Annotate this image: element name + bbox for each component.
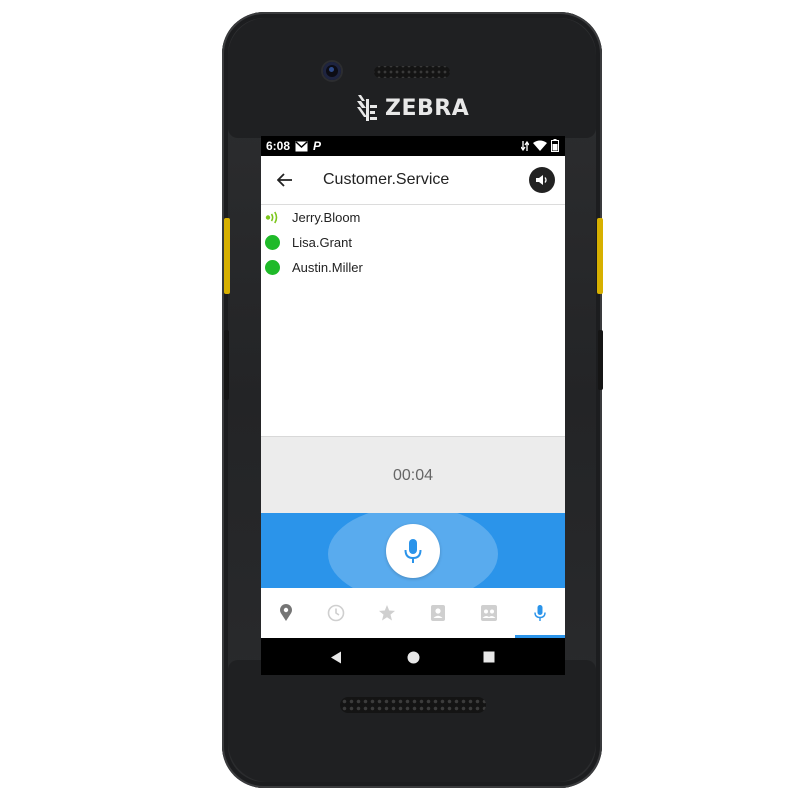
status-bar: 6:08 P [261, 136, 565, 156]
data-arrows-icon [521, 140, 529, 151]
app-bar: Customer.Service [261, 156, 565, 205]
list-item[interactable]: Lisa.Grant [261, 231, 565, 255]
star-icon [379, 605, 395, 621]
member-name: Austin.Miller [292, 260, 363, 275]
zebra-head-logo-icon [357, 95, 377, 121]
back-triangle-icon [331, 651, 341, 663]
green-dot-icon [265, 260, 280, 275]
bottom-speaker-grille [340, 697, 486, 713]
microphone-icon [404, 539, 422, 563]
status-time: 6:08 [266, 139, 291, 153]
call-timer: 00:04 [392, 467, 434, 484]
tab-favorites[interactable] [362, 588, 412, 638]
bottom-tab-bar [261, 588, 565, 638]
tab-push-to-talk[interactable] [515, 588, 565, 638]
arrow-left-icon [277, 173, 292, 187]
member-name: Jerry.Bloom [292, 210, 361, 225]
device-bottom-bumper [228, 660, 596, 782]
mail-icon [295, 140, 308, 151]
nav-home-button[interactable] [402, 646, 424, 668]
wifi-icon [533, 140, 547, 151]
push-to-talk-panel [261, 513, 565, 588]
status-left: 6:08 P [266, 139, 321, 153]
groups-icon [481, 605, 497, 621]
talking-wave-icon [265, 211, 278, 224]
location-pin-icon [280, 604, 292, 621]
push-to-talk-button[interactable] [386, 524, 440, 578]
p-app-icon: P [313, 139, 322, 153]
call-timer-panel: 00:04 [261, 436, 565, 514]
recents-square-icon [483, 651, 495, 663]
tab-groups[interactable] [464, 588, 514, 638]
speaker-toggle-button[interactable] [529, 167, 555, 193]
tab-history[interactable] [311, 588, 361, 638]
tab-location[interactable] [261, 588, 311, 638]
speaker-icon [536, 175, 547, 185]
list-item[interactable]: Austin.Miller [261, 256, 565, 280]
front-camera [323, 62, 341, 80]
battery-icon [551, 139, 559, 152]
status-right [521, 139, 559, 152]
microphone-icon [534, 605, 546, 621]
earpiece-grille [374, 66, 450, 78]
right-scan-side-key[interactable] [597, 218, 603, 294]
system-navigation-bar [261, 638, 565, 675]
brand-wordmark: ZEBRA [385, 95, 470, 121]
nav-recents-button[interactable] [478, 646, 500, 668]
home-circle-icon [407, 651, 419, 663]
volume-side-button[interactable] [598, 330, 603, 390]
tab-contacts[interactable] [413, 588, 463, 638]
nav-back-button[interactable] [325, 646, 347, 668]
member-list: Jerry.Bloom Lisa.Grant Austin.Miller [261, 205, 565, 436]
list-item[interactable]: Jerry.Bloom [261, 206, 565, 230]
zebra-brand: ZEBRA [355, 90, 475, 126]
left-ptt-side-key[interactable] [224, 218, 230, 294]
channel-title: Customer.Service [323, 171, 450, 188]
power-side-button[interactable] [224, 330, 229, 400]
back-button[interactable] [273, 168, 297, 192]
member-name: Lisa.Grant [292, 235, 352, 250]
device-screen: 6:08 P Customer.Service Jerry.Bloom Lisa… [261, 136, 565, 675]
clock-icon [327, 604, 345, 622]
green-dot-icon [265, 235, 280, 250]
contacts-icon [431, 605, 445, 621]
